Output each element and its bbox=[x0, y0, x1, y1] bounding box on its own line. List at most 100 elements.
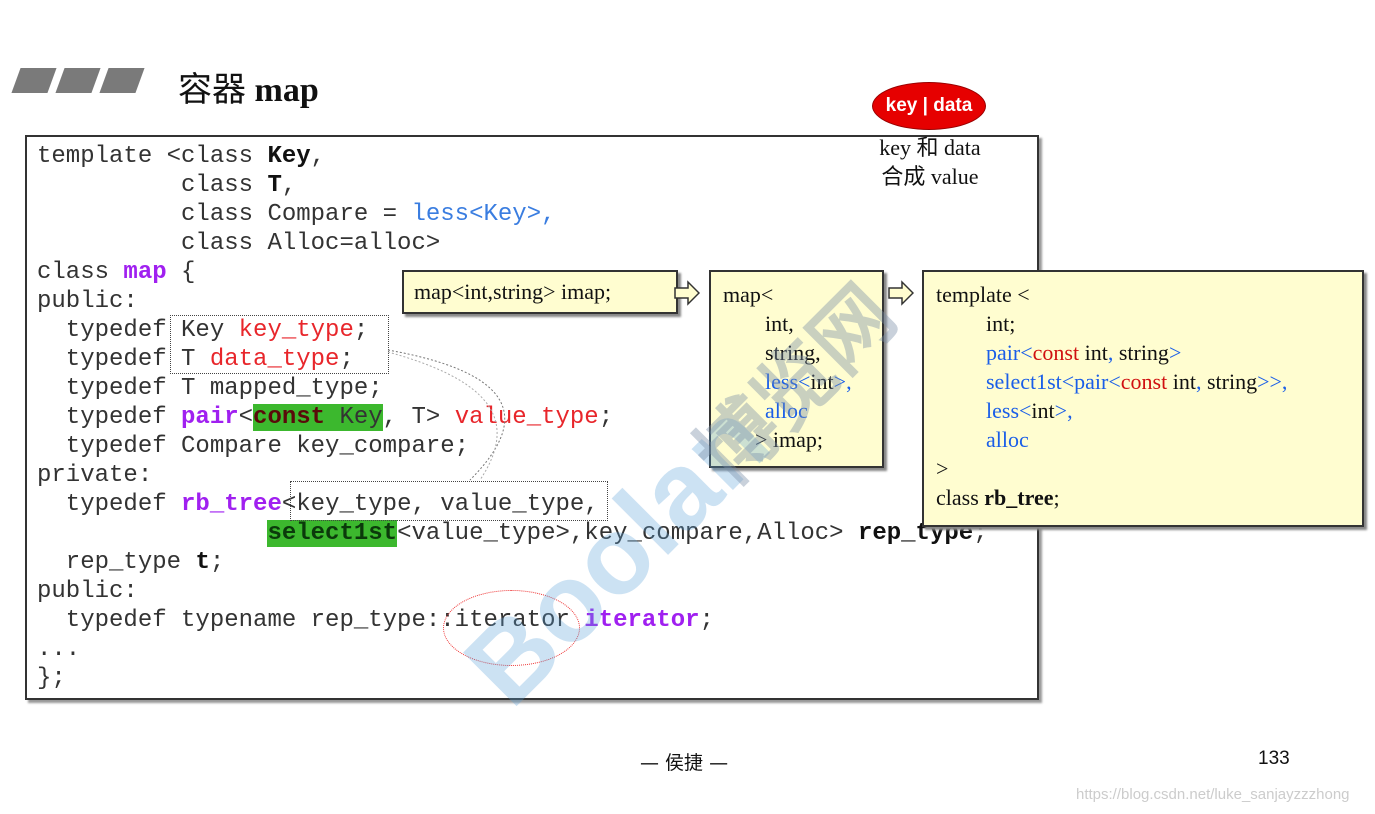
code-token: alloc bbox=[986, 427, 1029, 452]
code-token: string, bbox=[765, 340, 821, 365]
note-line: map< bbox=[711, 280, 882, 309]
code-token: , bbox=[310, 143, 326, 170]
note-line: alloc bbox=[711, 396, 882, 425]
note-map-instantiation: map< int, string, less<int>, alloc > imap; bbox=[709, 270, 884, 468]
dotted-box-key-data bbox=[170, 315, 389, 374]
note-line: alloc bbox=[924, 425, 1362, 454]
code-token: template <class bbox=[37, 143, 268, 170]
note-line: pair<const int, string> bbox=[924, 338, 1362, 367]
code-line: class Alloc=alloc> bbox=[37, 229, 988, 258]
note-line: less<int>, bbox=[924, 396, 1362, 425]
code-token: less< bbox=[765, 369, 811, 394]
code-token: }; bbox=[37, 665, 66, 692]
code-token: public: bbox=[37, 288, 138, 315]
code-token: , bbox=[281, 172, 297, 199]
code-token: >>, bbox=[1257, 369, 1288, 394]
caption-line: key 和 data bbox=[879, 135, 981, 160]
code-token: class Alloc=alloc> bbox=[37, 230, 441, 257]
code-token: map bbox=[123, 259, 167, 286]
note-text: map<int,string> imap; bbox=[414, 279, 612, 304]
code-token: class Compare = bbox=[37, 201, 412, 228]
code-line: rep_type t; bbox=[37, 548, 988, 577]
code-token: template < bbox=[936, 282, 1030, 307]
code-token: ... bbox=[37, 636, 81, 663]
note-line: class rb_tree; bbox=[924, 483, 1362, 512]
note-line: select1st<pair<const int, string>>, bbox=[924, 367, 1362, 396]
code-token: select1st bbox=[267, 520, 398, 547]
code-token: rb_tree bbox=[181, 491, 282, 518]
code-token: iterator bbox=[584, 607, 700, 634]
note-line: > imap; bbox=[711, 425, 882, 454]
code-token: less< bbox=[986, 398, 1032, 423]
caption: key 和 data 合成 value bbox=[860, 133, 1000, 191]
title-decoration bbox=[11, 68, 145, 93]
code-token: class bbox=[37, 172, 268, 199]
code-line: class Compare = less<Key>, bbox=[37, 200, 988, 229]
code-token: const bbox=[1032, 340, 1080, 365]
code-token: less<Key>, bbox=[411, 201, 556, 228]
code-token: rep_type bbox=[37, 549, 196, 576]
code-token: , bbox=[1195, 369, 1207, 394]
code-token: alloc bbox=[765, 398, 808, 423]
code-token: , bbox=[1107, 340, 1119, 365]
code-token: string bbox=[1118, 340, 1169, 365]
code-token: ; bbox=[598, 404, 614, 431]
code-token: ; bbox=[699, 607, 714, 634]
code-token: int bbox=[1079, 340, 1108, 365]
code-token: const bbox=[1120, 369, 1168, 394]
code-token: string bbox=[1206, 369, 1258, 394]
code-token: map< bbox=[723, 282, 774, 307]
code-token: typedef bbox=[37, 404, 182, 431]
code-token: private: bbox=[37, 462, 153, 489]
code-token: rb_tree bbox=[984, 485, 1054, 510]
code-token: <value_type>,key_compare,Alloc> bbox=[397, 520, 858, 547]
code-token: ; bbox=[209, 549, 225, 576]
code-token: Key bbox=[325, 404, 383, 431]
title-en: map bbox=[254, 72, 319, 109]
code-token: class bbox=[936, 485, 985, 510]
code-token: t bbox=[195, 549, 210, 576]
note-line: less<int>, bbox=[711, 367, 882, 396]
code-token: int bbox=[1167, 369, 1196, 394]
code-token: pair bbox=[181, 404, 239, 431]
footer-author: — 侯捷 — bbox=[640, 752, 729, 774]
arrow-right-icon bbox=[888, 280, 914, 306]
code-token: ; bbox=[1053, 485, 1060, 510]
code-token: int; bbox=[986, 311, 1016, 336]
note-line: template < bbox=[924, 280, 1362, 309]
code-token: >, bbox=[833, 369, 852, 394]
code-token: Key bbox=[267, 143, 311, 170]
code-token: class bbox=[37, 259, 124, 286]
note-imap-declaration: map<int,string> imap; bbox=[402, 270, 678, 314]
code-line: template <class Key, bbox=[37, 142, 988, 171]
slide-title: 容器 map bbox=[178, 62, 319, 111]
code-token: int bbox=[810, 369, 834, 394]
connector-line bbox=[387, 349, 506, 481]
code-token: T bbox=[267, 172, 282, 199]
highlight-ellipse-iterator bbox=[443, 590, 580, 666]
note-line: int; bbox=[924, 309, 1362, 338]
title-cn: 容器 bbox=[178, 72, 246, 109]
code-line: select1st<value_type>,key_compare,Alloc>… bbox=[37, 519, 988, 548]
decor-bar bbox=[11, 68, 57, 93]
code-line: }; bbox=[37, 664, 988, 693]
code-token: select1st<pair< bbox=[986, 369, 1121, 394]
code-token: > bbox=[936, 456, 949, 481]
code-token: > bbox=[1168, 340, 1182, 365]
note-line: > bbox=[924, 454, 1362, 483]
decor-bar bbox=[99, 68, 145, 93]
note-line: int, bbox=[711, 309, 882, 338]
source-url: https://blog.csdn.net/luke_sanjayzzzhong bbox=[1076, 786, 1350, 803]
code-token: int bbox=[1031, 398, 1055, 423]
code-token: { bbox=[166, 259, 196, 286]
code-token: int, bbox=[765, 311, 794, 336]
arrow-right-icon bbox=[674, 280, 700, 306]
code-token: public: bbox=[37, 578, 138, 605]
code-token: < bbox=[238, 404, 254, 431]
code-token: const bbox=[253, 404, 326, 431]
code-token: typedef bbox=[37, 491, 182, 518]
code-token: typedef T mapped_type; bbox=[37, 375, 383, 402]
code-token: pair< bbox=[986, 340, 1033, 365]
decor-bar bbox=[55, 68, 101, 93]
